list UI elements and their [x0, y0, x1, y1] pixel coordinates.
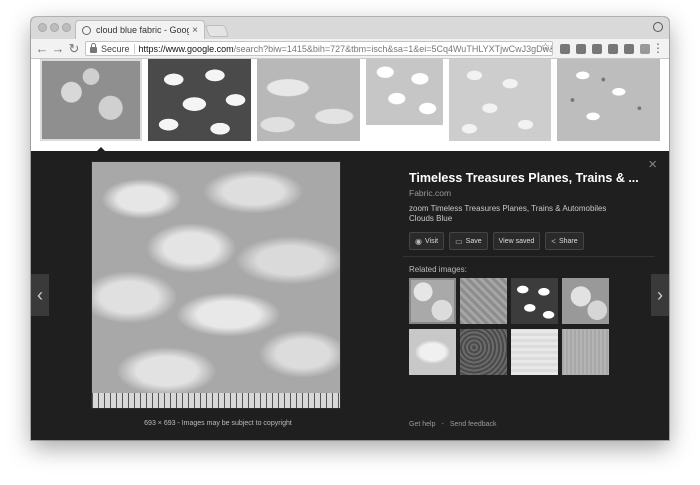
close-preview-icon[interactable]: × — [648, 157, 657, 172]
view-saved-label: View saved — [498, 237, 535, 245]
visit-label: Visit — [424, 237, 439, 245]
previous-image-button[interactable]: ‹ — [31, 274, 49, 316]
save-label: Save — [465, 237, 482, 245]
related-image[interactable] — [409, 278, 456, 324]
related-image[interactable] — [460, 329, 507, 375]
image-preview-panel: ‹ › × 693 × 693 - Images may be subject … — [31, 151, 669, 440]
new-tab-button[interactable] — [204, 25, 230, 37]
divider — [403, 256, 655, 257]
preview-image[interactable] — [91, 161, 341, 409]
get-help-link[interactable]: Get help — [409, 421, 435, 428]
related-images-label: Related images: — [409, 265, 467, 274]
bookmark-star-icon[interactable]: ☆ — [541, 42, 550, 53]
extension-icon[interactable] — [560, 44, 570, 54]
google-favicon-icon — [82, 25, 91, 35]
related-image[interactable] — [460, 278, 507, 324]
browser-window: cloud blue fabric - Google Sea × ← → ↻ S… — [31, 17, 669, 440]
tab-close-icon[interactable]: × — [192, 25, 198, 36]
result-thumbnail-clouds-selected[interactable] — [40, 59, 142, 141]
related-image[interactable] — [409, 329, 456, 375]
address-divider — [133, 43, 135, 54]
extension-icon[interactable] — [624, 44, 634, 54]
secure-label: Secure — [101, 43, 130, 54]
profile-icon[interactable] — [653, 22, 663, 32]
page-content: ‹ › × 693 × 693 - Images may be subject … — [31, 59, 669, 440]
url-host: https://www.google.com — [138, 43, 234, 54]
extension-icon[interactable] — [592, 44, 602, 54]
share-icon: < — [551, 236, 556, 246]
result-thumbnail-umbrella-clouds[interactable] — [557, 59, 660, 141]
browser-tab[interactable]: cloud blue fabric - Google Sea × — [75, 20, 205, 39]
selection-pointer — [93, 147, 109, 155]
extension-icon[interactable] — [576, 44, 586, 54]
send-feedback-link[interactable]: Send feedback — [450, 421, 497, 428]
related-image[interactable] — [511, 329, 558, 375]
footer-separator: - — [441, 421, 444, 428]
measuring-ruler — [92, 393, 340, 408]
reload-icon[interactable]: ↻ — [67, 41, 81, 57]
extension-icon[interactable] — [640, 44, 650, 54]
result-source[interactable]: Fabric.com — [409, 188, 649, 198]
visit-button[interactable]: ◉ Visit — [409, 232, 445, 250]
bookmark-icon: ▭ — [455, 236, 463, 246]
result-description: zoom Timeless Treasures Planes, Trains &… — [409, 204, 607, 223]
view-saved-button[interactable]: View saved — [492, 232, 541, 250]
browser-menu-icon[interactable]: ⋮ — [652, 42, 664, 54]
globe-icon: ◉ — [415, 236, 422, 246]
back-icon[interactable]: ← — [35, 41, 49, 57]
related-image[interactable] — [511, 278, 558, 324]
tab-title: cloud blue fabric - Google Sea — [96, 25, 190, 35]
next-image-button[interactable]: › — [651, 274, 669, 316]
forward-icon[interactable]: → — [51, 41, 65, 57]
action-buttons: ◉ Visit ▭ Save View saved < Share — [409, 232, 649, 250]
preview-footer: Get help - Send feedback — [409, 421, 503, 428]
result-thumbnail-pastel-clouds[interactable] — [449, 59, 551, 141]
lock-icon — [90, 42, 97, 53]
image-caption: 693 × 693 - Images may be subject to cop… — [144, 420, 292, 427]
result-title[interactable]: Timeless Treasures Planes, Trains & ... — [409, 171, 649, 185]
related-image[interactable] — [562, 278, 609, 324]
browser-toolbar: ← → ↻ Secure https://www.google.com/sear… — [31, 39, 669, 59]
extension-icon[interactable] — [608, 44, 618, 54]
share-button[interactable]: < Share — [545, 232, 584, 250]
related-image[interactable] — [562, 329, 609, 375]
minimize-window-button[interactable] — [50, 23, 59, 32]
result-thumbnail-white-clouds-dark[interactable] — [148, 59, 251, 141]
result-details: Timeless Treasures Planes, Trains & ... … — [409, 171, 649, 250]
close-window-button[interactable] — [38, 23, 47, 32]
image-results-row — [31, 59, 669, 151]
zoom-window-button[interactable] — [62, 23, 71, 32]
url-text: https://www.google.com/search?biw=1415&b… — [139, 44, 552, 54]
result-thumbnail-small-clouds[interactable] — [366, 59, 443, 125]
address-bar[interactable]: Secure https://www.google.com/search?biw… — [85, 41, 553, 56]
share-label: Share — [558, 237, 578, 245]
result-thumbnail-soft-clouds[interactable] — [257, 59, 360, 141]
save-button[interactable]: ▭ Save — [449, 232, 488, 250]
tab-strip: cloud blue fabric - Google Sea × — [31, 17, 669, 39]
url-path: /search?biw=1415&bih=727&tbm=isch&sa=1&e… — [233, 43, 552, 54]
